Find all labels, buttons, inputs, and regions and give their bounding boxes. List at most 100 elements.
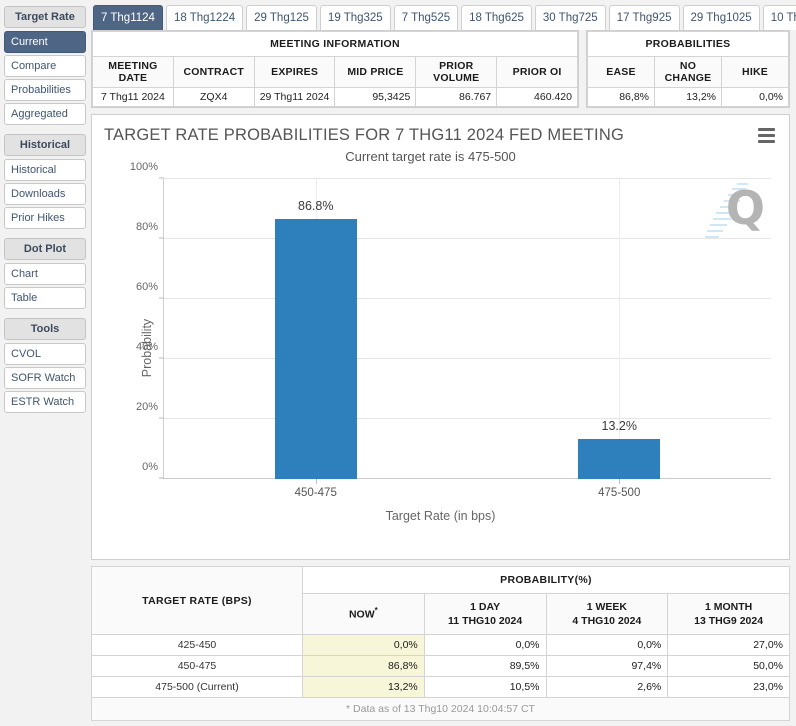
- probability-col-header: NOW*: [302, 592, 425, 636]
- bar-450-475[interactable]: [274, 218, 357, 479]
- probability-cell-day: 89,5%: [423, 655, 547, 678]
- probabilities-summary-title: PROBABILITIES: [587, 31, 789, 57]
- sidebar-item-compare[interactable]: Compare: [4, 55, 86, 77]
- tab-18-thg625[interactable]: 18 Thg625: [461, 4, 532, 30]
- sidebar-item-estr-watch[interactable]: ESTR Watch: [4, 391, 86, 413]
- plot-area: Q 0% 20% 40% 60% 80% 100% 86.8% 450-475 13.2% 475…: [130, 161, 771, 499]
- x-tick-mark: [619, 479, 621, 484]
- table-row: 475-500 (Current) 13,2% 10,5% 2,6% 23,0%: [91, 676, 790, 699]
- probability-cell-month: 50,0%: [667, 655, 790, 678]
- y-gridline: [164, 418, 771, 419]
- watermark-letter: Q: [725, 181, 765, 235]
- x-tick-label: 475-500: [598, 487, 641, 499]
- table-row: 450-475 86,8% 89,5% 97,4% 50,0%: [91, 655, 790, 678]
- meeting-cell: 460.420: [496, 87, 578, 107]
- probability-group-header: PROBABILITY(%): [302, 566, 790, 594]
- meeting-col-header: PRIOR VOLUME: [415, 56, 498, 88]
- data-timestamp-footnote: * Data as of 13 Thg10 2024 10:04:57 CT: [91, 698, 790, 722]
- tab-10-thg1225[interactable]: 10 Thg1225: [762, 4, 796, 30]
- x-axis-label: Target Rate (in bps): [385, 509, 496, 523]
- sidebar-item-sofr-watch[interactable]: SOFR Watch: [4, 367, 86, 389]
- tab-18-thg1224[interactable]: 18 Thg1224: [165, 4, 244, 30]
- meeting-cell: 29 Thg11 2024: [253, 87, 336, 107]
- meeting-cell: 86.767: [415, 87, 498, 107]
- probability-cell-week: 97,4%: [545, 655, 669, 678]
- meeting-cell: ZQX4: [172, 87, 255, 107]
- y-tick-mark: [159, 477, 164, 479]
- sidebar-item-downloads[interactable]: Downloads: [4, 183, 86, 205]
- probabilities-col-header: NO CHANGE: [654, 56, 722, 88]
- watermark-logo: Q: [701, 181, 767, 241]
- tab-30-thg725[interactable]: 30 Thg725: [534, 4, 606, 30]
- tab-7-thg525[interactable]: 7 Thg525: [393, 4, 459, 30]
- sidebar-item-prior-hikes[interactable]: Prior Hikes: [4, 207, 86, 229]
- chart-subtitle: Current target rate is 475-500: [345, 149, 516, 164]
- y-axis-line: [163, 179, 164, 479]
- hamburger-menu-icon[interactable]: [758, 128, 775, 146]
- probability-cell-week: 2,6%: [545, 676, 669, 699]
- sidebar-item-table[interactable]: Table: [4, 287, 86, 309]
- probability-col-header-line2: 13 THG9 2024: [694, 615, 764, 628]
- probabilities-summary-panel: PROBABILITIES EASE NO CHANGE HIKE 86,8% 13,…: [586, 30, 790, 108]
- y-tick-mark: [159, 237, 164, 239]
- target-rate-row-label: 425-450: [91, 634, 303, 657]
- bar-475-500[interactable]: [578, 439, 661, 479]
- probability-col-header-line1: 1 DAY: [470, 601, 501, 613]
- bar-value-label: 86.8%: [298, 198, 334, 213]
- probability-col-header-star: *: [374, 606, 378, 616]
- sidebar-item-probabilities[interactable]: Probabilities: [4, 79, 86, 101]
- probability-cell-now: 0,0%: [302, 634, 425, 657]
- y-tick-label: 40%: [135, 341, 158, 353]
- probabilities-summary-table: PROBABILITIES EASE NO CHANGE HIKE 86,8% 13,…: [587, 31, 789, 107]
- chart-plot: Probability Target Rate (in bps) Q 0% 20…: [102, 161, 779, 525]
- probability-col-header-line1: 1 WEEK: [586, 601, 627, 613]
- meeting-col-header: MID PRICE: [334, 56, 417, 88]
- meeting-information-value-row: 7 Thg11 2024 ZQX4 29 Thg11 2024 95,3425 86.7…: [92, 87, 578, 107]
- main-content: 7 Thg1124 18 Thg1224 29 Thg125 19 Thg325 7 T…: [90, 0, 796, 726]
- sidebar-item-aggregated[interactable]: Aggregated: [4, 103, 86, 125]
- probability-cell-now: 13,2%: [302, 676, 425, 699]
- meeting-information-title: MEETING INFORMATION: [92, 31, 578, 57]
- bar-value-label: 13.2%: [601, 419, 637, 434]
- sidebar-item-cvol[interactable]: CVOL: [4, 343, 86, 365]
- y-tick-label: 100%: [129, 161, 158, 173]
- probability-col-header-line2: 11 THG10 2024: [448, 615, 523, 628]
- meeting-col-header: CONTRACT: [172, 56, 255, 88]
- tab-7-thg1124[interactable]: 7 Thg1124: [93, 4, 163, 30]
- probability-cell-month: 23,0%: [667, 676, 790, 699]
- probability-col-header: 1 DAY 11 THG10 2024: [423, 592, 547, 636]
- x-tick-label: 450-475: [294, 487, 337, 499]
- probability-col-header: 1 WEEK 4 THG10 2024: [545, 592, 669, 636]
- y-gridline: [164, 178, 771, 179]
- meeting-col-header: MEETING DATE: [92, 56, 174, 88]
- sidebar-item-historical[interactable]: Historical: [4, 159, 86, 181]
- probabilities-summary-header-row: EASE NO CHANGE HIKE: [587, 56, 789, 88]
- probability-col-header-line1: 1 MONTH: [705, 601, 753, 613]
- app-root: Target Rate Current Compare Probabilities Ag…: [0, 0, 796, 726]
- sidebar: Target Rate Current Compare Probabilities Ag…: [0, 0, 90, 726]
- y-tick-label: 80%: [135, 221, 158, 233]
- meeting-col-header: EXPIRES: [253, 56, 336, 88]
- probabilities-summary-value-row: 86,8% 13,2% 0,0%: [587, 87, 789, 107]
- sidebar-item-current[interactable]: Current: [4, 31, 86, 53]
- probabilities-cell: 86,8%: [587, 87, 655, 107]
- probability-table: TARGET RATE (BPS) PROBABILITY(%) NOW* 1 D…: [91, 565, 790, 699]
- tab-29-thg125[interactable]: 29 Thg125: [246, 4, 317, 30]
- chart-title: TARGET RATE PROBABILITIES FOR 7 THG11 20…: [104, 126, 624, 144]
- sidebar-group-header-tools: Tools: [4, 318, 86, 340]
- y-tick-mark: [159, 417, 164, 419]
- meeting-information-panel: MEETING INFORMATION MEETING DATE CONTRACT…: [91, 30, 579, 108]
- tab-19-thg325[interactable]: 19 Thg325: [319, 4, 391, 30]
- probability-col-header-line2: 4 THG10 2024: [572, 615, 642, 628]
- sidebar-group-header-target-rate: Target Rate: [4, 6, 86, 28]
- y-gridline: [164, 358, 771, 359]
- chart-panel: TARGET RATE PROBABILITIES FOR 7 THG11 20…: [91, 114, 790, 560]
- y-tick-label: 60%: [135, 281, 158, 293]
- table-row: 425-450 0,0% 0,0% 0,0% 27,0%: [91, 634, 790, 657]
- sidebar-item-chart[interactable]: Chart: [4, 263, 86, 285]
- meeting-col-header: PRIOR OI: [496, 56, 578, 88]
- tab-17-thg925[interactable]: 17 Thg925: [608, 4, 680, 30]
- tab-29-thg1025[interactable]: 29 Thg1025: [682, 4, 760, 30]
- y-tick-label: 20%: [135, 401, 158, 413]
- probability-table-panel: TARGET RATE (BPS) PROBABILITY(%) NOW* 1 D…: [91, 565, 790, 726]
